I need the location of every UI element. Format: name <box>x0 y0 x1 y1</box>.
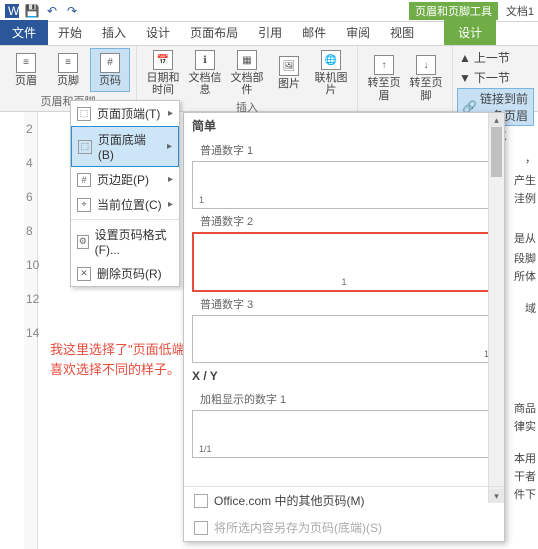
doc-text: 是从 <box>514 230 536 250</box>
doc-text: 所体 <box>514 268 536 288</box>
tab-header-footer-design[interactable]: 设计 <box>444 20 496 45</box>
tab-file[interactable]: 文件 <box>0 20 48 45</box>
tab-layout[interactable]: 页面布局 <box>180 20 248 45</box>
dd-format[interactable]: ⚙设置页码格式(F)... <box>71 222 179 261</box>
doc-text: 本用 <box>514 450 536 470</box>
docinfo-button[interactable]: ℹ文档信息 <box>185 48 225 98</box>
gallery-scrollbar[interactable]: ▴ ▾ <box>488 113 504 503</box>
word-icon: W <box>4 3 20 19</box>
dd-page-margin[interactable]: #页边距(P)▸ <box>71 167 179 192</box>
docparts-button[interactable]: ▦文档部件 <box>227 48 267 98</box>
scroll-thumb[interactable] <box>491 127 502 177</box>
tab-design[interactable]: 设计 <box>136 20 180 45</box>
gallery-item-plain1[interactable]: 普通数字 1 1 <box>192 140 496 209</box>
footer-button[interactable]: ≡页脚 <box>48 48 88 92</box>
datetime-button[interactable]: 📅日期和时间 <box>143 48 183 98</box>
tab-references[interactable]: 引用 <box>248 20 292 45</box>
dd-remove[interactable]: ✕删除页码(R) <box>71 261 179 286</box>
online-picture-button[interactable]: 🌐联机图片 <box>311 48 351 98</box>
document-title: 文档1 <box>506 3 534 19</box>
tab-view[interactable]: 视图 <box>380 20 424 45</box>
save-icon <box>194 521 208 535</box>
gallery-item-bold1[interactable]: 加粗显示的数字 1 1/1 <box>192 389 496 458</box>
dd-page-bottom[interactable]: ⬚页面底端(B)▸ <box>71 126 179 167</box>
dd-current-position[interactable]: ⌖当前位置(C)▸ <box>71 192 179 217</box>
gallery-office-more[interactable]: Office.com 中的其他页码(M) <box>184 487 504 514</box>
ribbon-tabs: 文件 开始 插入 设计 页面布局 引用 邮件 审阅 视图 设计 <box>0 22 538 46</box>
scroll-up-icon[interactable]: ▴ <box>489 113 504 127</box>
up-arrow-icon: ▲ <box>459 51 471 65</box>
page-number-gallery: 简单 普通数字 1 1 普通数字 2 1 普通数字 3 1 X / Y 加粗显示… <box>183 112 505 542</box>
office-icon <box>194 494 208 508</box>
prev-section-button[interactable]: ▲上一节 <box>457 48 534 67</box>
doc-text: 洼例 <box>514 190 536 210</box>
gallery-item-plain2[interactable]: 普通数字 2 1 <box>192 211 496 292</box>
tab-insert[interactable]: 插入 <box>92 20 136 45</box>
doc-text: 干者 <box>514 468 536 488</box>
tab-home[interactable]: 开始 <box>48 20 92 45</box>
svg-text:W: W <box>8 4 19 18</box>
doc-text: 段脚 <box>514 250 536 270</box>
next-section-button[interactable]: ▼下一节 <box>457 68 534 87</box>
contextual-tab-title: 页眉和页脚工具 <box>409 2 498 20</box>
undo-icon[interactable]: ↶ <box>44 3 60 19</box>
redo-icon[interactable]: ↷ <box>64 3 80 19</box>
doc-text: ， <box>525 150 536 170</box>
gallery-item-plain3[interactable]: 普通数字 3 1 <box>192 294 496 363</box>
gallery-save-selection: 将所选内容另存为页码(底端)(S) <box>184 514 504 541</box>
doc-text: 产生 <box>514 172 536 192</box>
doc-text: 商品 <box>514 400 536 420</box>
page-number-button[interactable]: #页码 <box>90 48 130 92</box>
vertical-ruler: 2468101214 <box>24 112 38 549</box>
doc-text: 律实 <box>514 418 536 438</box>
tab-mail[interactable]: 邮件 <box>292 20 336 45</box>
tab-review[interactable]: 审阅 <box>336 20 380 45</box>
doc-text: 域 <box>525 300 536 320</box>
page-number-dropdown: ⬚页面顶端(T)▸ ⬚页面底端(B)▸ #页边距(P)▸ ⌖当前位置(C)▸ ⚙… <box>70 100 180 287</box>
goto-footer-button[interactable]: ↓转至页脚 <box>406 48 446 109</box>
header-button[interactable]: ≡页眉 <box>6 48 46 92</box>
gallery-section-simple: 简单 <box>184 113 504 138</box>
doc-text: 件下 <box>514 486 536 506</box>
save-icon[interactable]: 💾 <box>24 3 40 19</box>
dd-page-top[interactable]: ⬚页面顶端(T)▸ <box>71 101 179 126</box>
picture-button[interactable]: 🖼图片 <box>269 48 309 98</box>
gallery-section-xy: X / Y <box>184 365 504 387</box>
goto-header-button[interactable]: ↑转至页眉 <box>364 48 404 109</box>
down-arrow-icon: ▼ <box>459 71 471 85</box>
